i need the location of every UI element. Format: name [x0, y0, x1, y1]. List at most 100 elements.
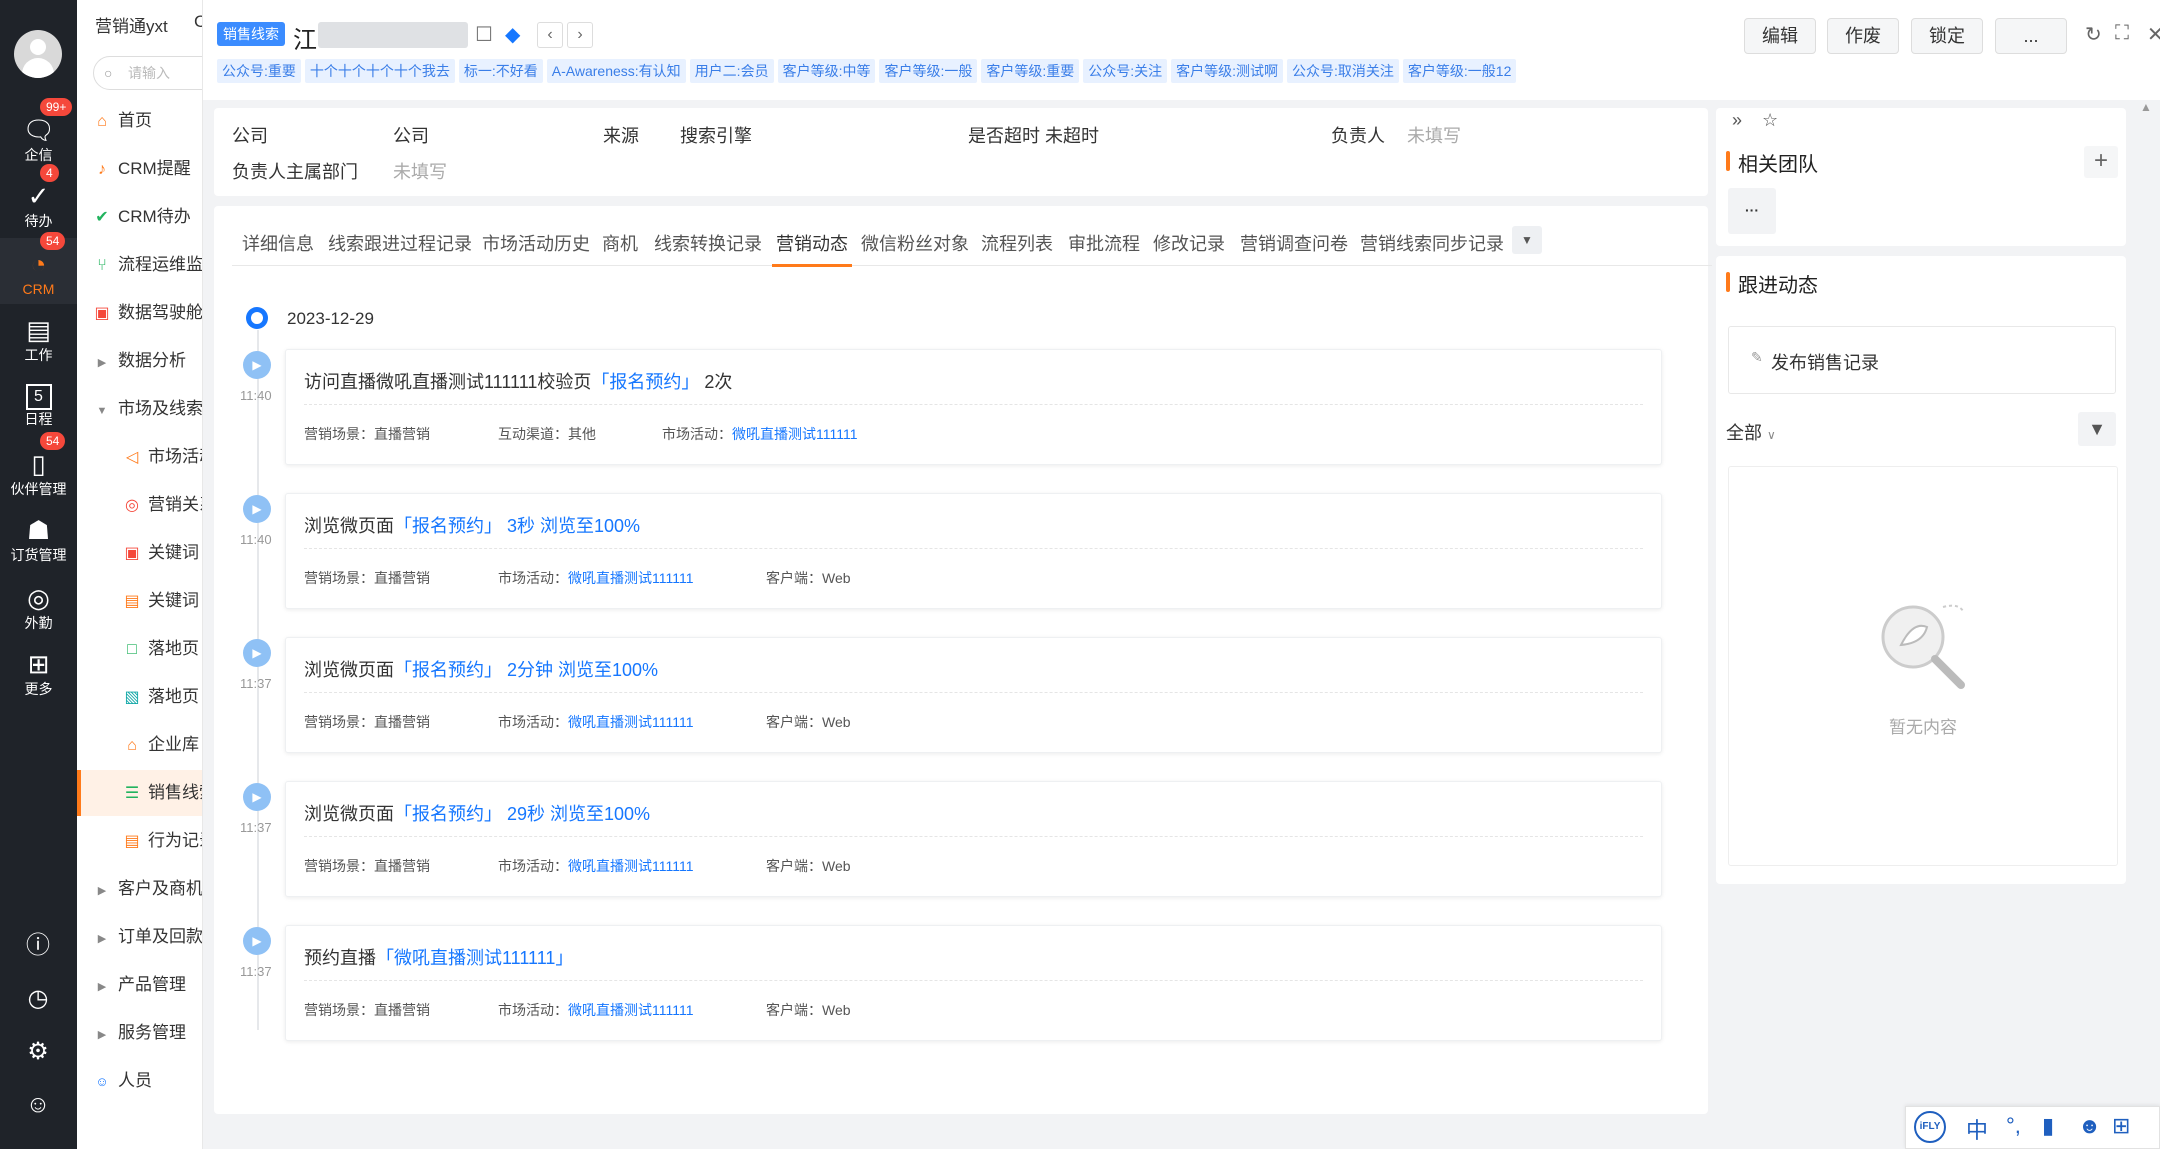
module-nav: 营销通yxt C ○ 请输入 ⌂ 首页 ♪ CRM提醒 ✔ CRM待办 ⑂ 流程运维监控…: [77, 0, 203, 1149]
campaign-link[interactable]: 微吼直播测试111111: [568, 714, 694, 730]
rail-item-order[interactable]: ☗ 订货管理: [0, 504, 77, 570]
lock-button[interactable]: 锁定: [1911, 18, 1983, 54]
edit-button[interactable]: 编辑: [1744, 18, 1816, 54]
ifly-logo-icon[interactable]: iFLY: [1914, 1111, 1946, 1143]
void-button[interactable]: 作废: [1827, 18, 1899, 54]
tab-survey[interactable]: 营销调查问卷: [1240, 230, 1348, 256]
nav-item-sales-lead[interactable]: ☰ 销售线索: [77, 770, 202, 816]
nav-item-landing-1[interactable]: □ 落地页: [77, 626, 202, 672]
publish-sales-record-button[interactable]: ✎ 发布销售记录: [1728, 326, 2116, 394]
tab-change-log[interactable]: 修改记录: [1153, 230, 1225, 256]
tab-followup[interactable]: 线索跟进过程记录: [328, 230, 472, 256]
record-title: 江: [293, 27, 317, 54]
nav-label: 人员: [118, 1071, 152, 1090]
campaign-link[interactable]: 微吼直播测试111111: [732, 426, 858, 442]
campaign-link[interactable]: 微吼直播测试111111: [568, 570, 694, 586]
refresh-icon[interactable]: ↻: [2085, 22, 2102, 47]
clock-icon[interactable]: ◷: [22, 983, 54, 1015]
tab-process-list[interactable]: 流程列表: [981, 230, 1053, 256]
tab-lead-sync[interactable]: 营销线索同步记录: [1360, 230, 1504, 256]
microphone-icon[interactable]: ▮: [2042, 1113, 2054, 1139]
crm-pie-icon: ◔: [30, 249, 47, 279]
user-icon[interactable]: ☻: [2078, 1113, 2101, 1139]
tab-approval[interactable]: 审批流程: [1068, 230, 1140, 256]
nav-label: 产品管理: [118, 975, 186, 994]
settings-icon[interactable]: ⚙: [22, 1036, 54, 1068]
help-icon[interactable]: ⓘ: [22, 930, 54, 962]
rail-label: 工作: [24, 347, 53, 363]
punctuation-icon[interactable]: °,: [2006, 1113, 2021, 1139]
tag: 公众号:重要: [217, 59, 301, 83]
nav-item-keyword-1[interactable]: ▣ 关键词: [77, 530, 202, 576]
pin-icon[interactable]: ☆: [1762, 110, 1778, 131]
event-link[interactable]: 「报名预约」: [591, 372, 699, 392]
nav-item-crm-todo[interactable]: ✔ CRM待办: [77, 194, 202, 240]
nav-group-market[interactable]: ▼ 市场及线索: [77, 386, 202, 432]
nav-group-analysis[interactable]: ▶ 数据分析: [77, 338, 202, 384]
next-record-button[interactable]: ›: [567, 22, 593, 48]
close-icon[interactable]: ✕: [2147, 22, 2160, 47]
ime-lang-toggle[interactable]: 中: [1966, 1113, 1988, 1145]
more-actions-button[interactable]: ...: [1995, 18, 2067, 54]
meta-value: 直播营销: [374, 858, 430, 874]
collapse-panel-icon[interactable]: »: [1732, 110, 1742, 131]
bell-icon: ♪: [98, 161, 106, 178]
nav-item-marketing-relation[interactable]: ◎ 营销关系: [77, 482, 202, 528]
rail-item-field[interactable]: ◎ 外勤: [0, 572, 77, 638]
followup-filter-dropdown[interactable]: 全部 ∨: [1726, 419, 1776, 445]
nav-search-input[interactable]: ○ 请输入: [93, 56, 202, 90]
tab-wechat-fans[interactable]: 微信粉丝对象: [861, 230, 969, 256]
meta-value: 直播营销: [374, 426, 430, 442]
nav-group-product[interactable]: ▶ 产品管理: [77, 962, 202, 1008]
event-title-text: 浏览微页面: [304, 804, 394, 824]
nav-item-dashboard[interactable]: ▣ 数据驾驶舱: [77, 290, 202, 336]
nav-group-customer[interactable]: ▶ 客户及商机: [77, 866, 202, 912]
nav-item-crm-remind[interactable]: ♪ CRM提醒: [77, 146, 202, 192]
nav-item-keyword-2[interactable]: ▤ 关键词: [77, 578, 202, 624]
rail-item-qixin[interactable]: 🗨 企信 99+: [0, 98, 77, 170]
event-link[interactable]: 「报名预约」 29秒 浏览至100%: [394, 804, 650, 824]
timeline-event: 浏览微页面「报名预约」 2分钟 浏览至100% 营销场景：直播营销 市场活动：微…: [285, 637, 1662, 753]
rail-item-crm[interactable]: ◔ CRM 54: [0, 232, 77, 304]
nav-group-people[interactable]: ☺ 人员: [77, 1058, 202, 1104]
nav-item-home[interactable]: ⌂ 首页: [77, 98, 202, 144]
overdue-label: 是否超时: [968, 126, 1040, 146]
avatar[interactable]: [14, 30, 62, 78]
nav-item-behavior[interactable]: ▤ 行为记录: [77, 818, 202, 864]
rail-item-partner[interactable]: ▯ 伙伴管理 54: [0, 432, 77, 504]
nav-group-order[interactable]: ▶ 订单及回款: [77, 914, 202, 960]
fullscreen-icon[interactable]: ⛶: [2115, 22, 2129, 45]
rail-item-schedule[interactable]: 5 日程: [0, 370, 77, 436]
check-circle-icon: ✓: [27, 181, 50, 211]
nav-item-market-activity[interactable]: ◁ 市场活动: [77, 434, 202, 480]
tab-convert-record[interactable]: 线索转换记录: [654, 230, 762, 256]
campaign-link[interactable]: 微吼直播测试111111: [568, 1002, 694, 1018]
event-link[interactable]: 「报名预约」 3秒 浏览至100%: [394, 516, 640, 536]
nav-item-process-monitor[interactable]: ⑂ 流程运维监控: [77, 242, 202, 288]
tab-marketing-activity[interactable]: 营销动态: [772, 230, 852, 267]
nav-label: 首页: [118, 111, 152, 130]
nav-label: 企业库: [148, 735, 199, 754]
rail-item-more[interactable]: ⊞ 更多: [0, 638, 77, 704]
tab-opportunity[interactable]: 商机: [602, 230, 638, 256]
filter-icon[interactable]: ▼: [2078, 412, 2116, 446]
rail-item-work[interactable]: ▤ 工作: [0, 304, 77, 370]
nav-item-company-lib[interactable]: ⌂ 企业库: [77, 722, 202, 768]
campaign-link[interactable]: 微吼直播测试111111: [568, 858, 694, 874]
tab-more-dropdown[interactable]: ▼: [1512, 226, 1542, 254]
unlock-icon[interactable]: ☐: [475, 22, 493, 47]
ime-grid-icon[interactable]: ⊞: [2112, 1113, 2130, 1139]
tab-market-history[interactable]: 市场活动历史: [482, 230, 590, 256]
event-link[interactable]: 「微吼直播测试111111」: [376, 948, 573, 968]
rail-item-todo[interactable]: ✓ 待办 4: [0, 164, 77, 236]
nav-item-landing-2[interactable]: ▧ 落地页: [77, 674, 202, 720]
tab-detail[interactable]: 详细信息: [242, 230, 314, 256]
user-settings-icon[interactable]: ☺: [22, 1089, 54, 1121]
prev-record-button[interactable]: ‹: [537, 22, 563, 48]
event-link[interactable]: 「报名预约」 2分钟 浏览至100%: [394, 660, 658, 680]
team-more-button[interactable]: ···: [1728, 188, 1776, 234]
nav-group-service[interactable]: ▶ 服务管理: [77, 1010, 202, 1056]
tag-edit-icon[interactable]: ◆: [505, 22, 520, 47]
add-member-button[interactable]: +: [2084, 146, 2118, 178]
scroll-up-arrow[interactable]: ▲: [2140, 100, 2152, 114]
